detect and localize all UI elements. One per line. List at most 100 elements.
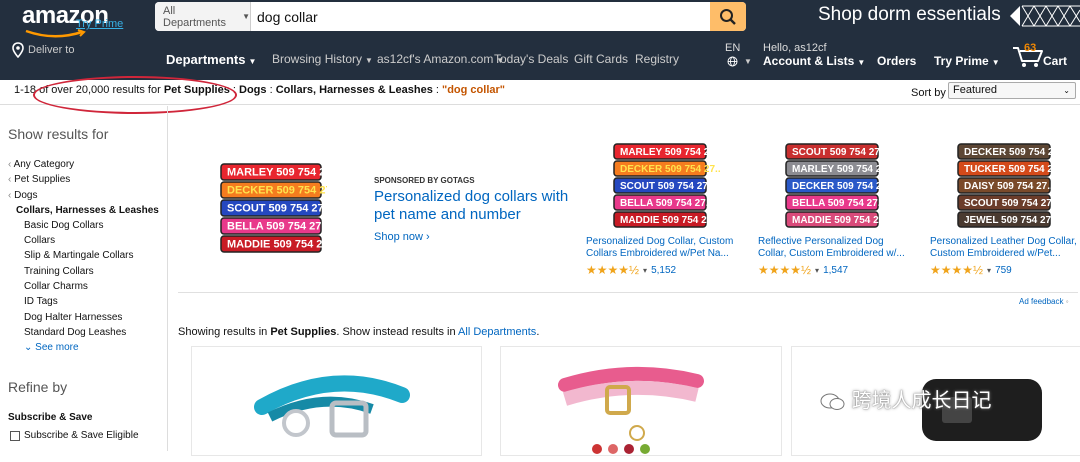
product-image[interactable] bbox=[192, 347, 483, 457]
chevron-down-icon: ▼ bbox=[248, 57, 257, 66]
nav-gift-cards[interactable]: Gift Cards bbox=[574, 52, 628, 66]
sidebar-item-label: Dogs bbox=[14, 190, 38, 201]
try-prime-link[interactable]: Try Prime bbox=[76, 18, 123, 30]
sort-by-value: Featured bbox=[953, 84, 998, 96]
subscribe-save-filter[interactable]: Subscribe & Save Eligible bbox=[10, 430, 139, 441]
review-count[interactable]: 1,547 bbox=[823, 265, 848, 276]
all-departments-link[interactable]: All Departments bbox=[458, 326, 536, 338]
top-navigation-bar: amazon Try Prime All Departments ▼ Shop … bbox=[0, 0, 1080, 80]
cart-link[interactable]: Cart bbox=[1043, 54, 1067, 68]
sidebar-subcategory[interactable]: Collar Charms bbox=[24, 281, 88, 292]
deliver-to-label: Deliver to bbox=[28, 44, 75, 56]
product-image[interactable]: SCOUT 509 754 27.. MARLEY 509 754 27.. DEC… bbox=[758, 134, 908, 229]
left-sidebar: Show results for ‹ Any Category ‹ Pet Su… bbox=[0, 106, 168, 451]
sidebar-item-label: Pet Supplies bbox=[14, 174, 71, 185]
wechat-watermark: 跨境人成长日记 bbox=[820, 384, 992, 413]
collar-name-text: BELLA 509 754 27.. bbox=[620, 198, 712, 209]
product-rating[interactable]: ★★★★½ ▾ 5,152 bbox=[586, 263, 736, 277]
collar-name-text: TUCKER 509 754 27.. bbox=[964, 164, 1064, 175]
nav-registry[interactable]: Registry bbox=[635, 52, 679, 66]
chevron-down-icon: ▼ bbox=[365, 56, 373, 65]
sponsored-product-tile[interactable]: SCOUT 509 754 27.. MARLEY 509 754 27.. DEC… bbox=[758, 134, 908, 277]
collar-name-text: MADDIE 509 754 27.. bbox=[620, 215, 718, 226]
collar-name-text: MADDIE 509 754 27.. bbox=[227, 239, 327, 251]
chevron-down-icon: ▼ bbox=[744, 57, 752, 66]
account-lists-label: Account & Lists bbox=[763, 54, 855, 68]
chevron-down-icon: ⌄ bbox=[1063, 86, 1070, 95]
try-prime-menu[interactable]: Try Prime ▼ bbox=[934, 54, 1000, 68]
orders-link[interactable]: Orders bbox=[877, 54, 916, 68]
promo-banner[interactable]: Shop dorm essentials bbox=[818, 4, 1001, 26]
collar-name-text: MADDIE 509 754 27.. bbox=[792, 215, 890, 226]
departments-menu[interactable]: Departments ▼ bbox=[166, 52, 256, 67]
product-image[interactable]: DECKER 509 754 27.. TUCKER 509 754 27.. DA… bbox=[930, 134, 1080, 229]
sidebar-item-dogs[interactable]: ‹ Dogs bbox=[8, 190, 37, 201]
collar-name-text: SCOUT 509 754 27.. bbox=[964, 198, 1058, 209]
collar-name-text: BELLA 509 754 27.. bbox=[227, 221, 327, 233]
subscribe-save-heading: Subscribe & Save bbox=[8, 412, 93, 423]
nav-browsing-history[interactable]: Browsing History ▼ bbox=[272, 52, 373, 66]
product-title[interactable]: Personalized Dog Collar, Custom Collars … bbox=[586, 236, 736, 261]
sidebar-subcategory[interactable]: Slip & Martingale Collars bbox=[24, 250, 134, 261]
deliver-to[interactable]: Deliver to bbox=[12, 42, 74, 58]
feedback-icon: ◦ bbox=[1065, 297, 1069, 306]
sidebar-subcategory[interactable]: Standard Dog Leashes bbox=[24, 327, 126, 338]
product-rating[interactable]: ★★★★½ ▾ 759 bbox=[930, 263, 1080, 277]
search-button[interactable] bbox=[710, 2, 746, 31]
chevron-down-icon: ▾ bbox=[815, 265, 820, 275]
sort-by-select[interactable]: Featured ⌄ bbox=[948, 82, 1076, 99]
breadcrumb-dogs[interactable]: Dogs bbox=[239, 84, 267, 96]
nav-todays-deals[interactable]: Today's Deals bbox=[494, 52, 568, 66]
nav-browsing-history-label: Browsing History bbox=[272, 52, 363, 66]
sidebar-subcategory[interactable]: Collars bbox=[24, 235, 55, 246]
search-icon bbox=[720, 8, 736, 25]
sponsored-collars-image[interactable]: MARLEY 509 754 27.. DECKER 509 754 27.. SC… bbox=[217, 156, 327, 261]
cart-count: 63 bbox=[1024, 42, 1037, 54]
product-rating[interactable]: ★★★★½ ▾ 1,547 bbox=[758, 263, 908, 277]
result-card[interactable] bbox=[191, 346, 482, 456]
product-image[interactable] bbox=[501, 347, 783, 457]
product-title[interactable]: Personalized Leather Dog Collar, Custom … bbox=[930, 236, 1080, 261]
result-card[interactable] bbox=[500, 346, 782, 456]
globe-icon[interactable] bbox=[727, 56, 738, 67]
sidebar-item-pet-supplies[interactable]: ‹ Pet Supplies bbox=[8, 174, 70, 185]
ad-feedback-link[interactable]: Ad feedback ◦ bbox=[1019, 297, 1069, 306]
collar-name-text: DECKER 509 754 27.. bbox=[227, 185, 327, 197]
sidebar-item-label: Any Category bbox=[13, 159, 75, 170]
language-label[interactable]: EN bbox=[725, 42, 740, 54]
collar-name-text: DECKER 509 754 27.. bbox=[964, 147, 1065, 158]
amazon-logo[interactable]: amazon Try Prime bbox=[22, 2, 142, 42]
collar-name-text: MARLEY 509 754 27.. bbox=[227, 167, 327, 179]
breadcrumb-collars[interactable]: Collars, Harnesses & Leashes bbox=[276, 84, 433, 96]
star-rating-icon: ★★★★½ bbox=[586, 263, 640, 277]
collar-name-text: DECKER 509 754 27.. bbox=[620, 164, 721, 175]
sponsored-product-tile[interactable]: DECKER 509 754 27.. TUCKER 509 754 27.. DA… bbox=[930, 134, 1080, 277]
sidebar-subcategory[interactable]: Dog Halter Harnesses bbox=[24, 312, 122, 323]
sort-by-label: Sort by bbox=[911, 87, 946, 99]
account-lists-menu[interactable]: Account & Lists ▼ bbox=[763, 54, 865, 68]
review-count[interactable]: 759 bbox=[995, 265, 1012, 276]
promo-lattice-art bbox=[1010, 5, 1080, 27]
product-title[interactable]: Reflective Personalized Dog Collar, Cust… bbox=[758, 236, 908, 261]
review-count[interactable]: 5,152 bbox=[651, 265, 676, 276]
see-more-link[interactable]: ⌄ See more bbox=[24, 342, 79, 353]
sidebar-subcategory[interactable]: Training Collars bbox=[24, 266, 94, 277]
showing-prefix: Showing results in bbox=[178, 326, 271, 338]
sponsored-headline[interactable]: Personalized dog collars with pet name a… bbox=[374, 188, 574, 224]
see-more-label: See more bbox=[35, 342, 79, 353]
try-prime-label: Try Prime bbox=[934, 54, 989, 68]
chevron-down-icon: ▼ bbox=[242, 12, 250, 21]
wechat-icon bbox=[820, 393, 845, 410]
sponsored-by-label: SPONSORED BY GOTAGS bbox=[374, 176, 475, 185]
search-department-select[interactable]: All Departments ▼ bbox=[155, 2, 251, 31]
sidebar-item-any-category[interactable]: ‹ Any Category bbox=[8, 159, 74, 170]
checkbox[interactable] bbox=[10, 430, 20, 441]
sidebar-subcategory[interactable]: Basic Dog Collars bbox=[24, 220, 103, 231]
shop-now-link[interactable]: Shop now › bbox=[374, 231, 430, 243]
nav-my-amazon[interactable]: as12cf's Amazon.com ▼ bbox=[377, 52, 504, 66]
product-image[interactable]: MARLEY 509 754 27.. DECKER 509 754 27.. SC… bbox=[586, 134, 736, 229]
sidebar-subcategory[interactable]: ID Tags bbox=[24, 296, 58, 307]
search-input[interactable] bbox=[251, 2, 710, 31]
sponsored-product-tile[interactable]: MARLEY 509 754 27.. DECKER 509 754 27.. SC… bbox=[586, 134, 736, 277]
collar-name-text: MARLEY 509 754 27.. bbox=[792, 164, 893, 175]
